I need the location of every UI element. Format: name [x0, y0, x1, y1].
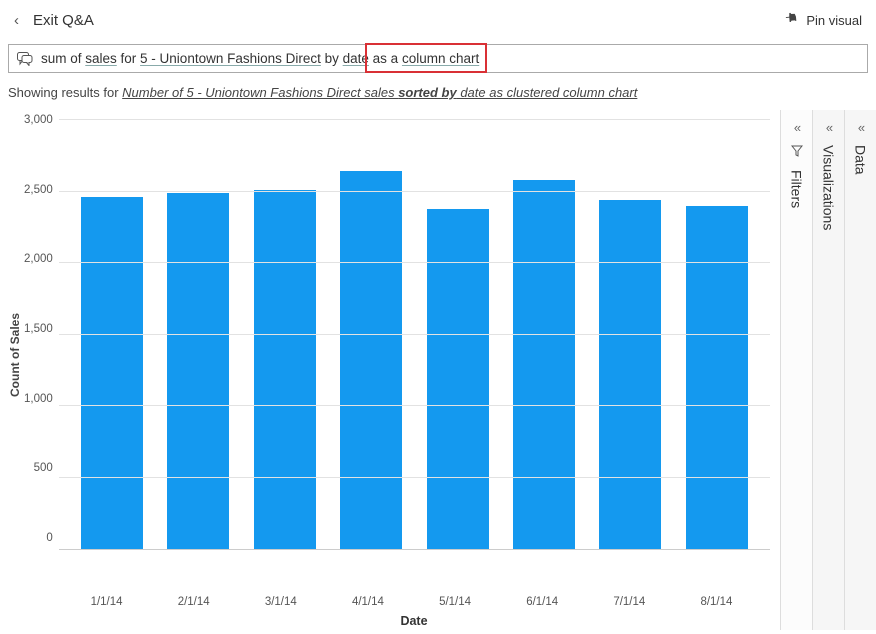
- gridline: [59, 119, 770, 120]
- visualizations-panel-label: Visualizations: [821, 145, 837, 230]
- qna-icon: [17, 52, 33, 66]
- main-area: Count of Sales 3,000 2,500 2,000 1,500 1,000…: [0, 110, 876, 630]
- gridline: [59, 477, 770, 478]
- chart-bar[interactable]: [513, 180, 575, 549]
- chart-bar[interactable]: [254, 190, 316, 549]
- data-panel-label: Data: [853, 145, 869, 175]
- filter-icon: [791, 145, 803, 160]
- pin-icon: [781, 9, 803, 31]
- y-tick-label: 1,500: [24, 323, 53, 335]
- x-tick-label: 8/1/14: [685, 596, 747, 608]
- side-panels: « Filters « Visualizations « Data: [780, 110, 876, 630]
- gridline: [59, 405, 770, 406]
- chart-bars: [59, 120, 770, 549]
- y-axis-title: Count of Sales: [8, 120, 22, 590]
- qna-query-input[interactable]: sum of sales for 5 - Uniontown Fashions …: [8, 44, 868, 73]
- visualizations-panel-collapsed[interactable]: « Visualizations: [812, 110, 844, 630]
- pin-visual-button[interactable]: Pin visual: [784, 12, 862, 29]
- y-tick-label: 1,000: [24, 393, 53, 405]
- query-text: sum of sales for 5 - Uniontown Fashions …: [41, 51, 479, 66]
- filters-panel-collapsed[interactable]: « Filters: [780, 110, 812, 630]
- gridline: [59, 191, 770, 192]
- chevron-left-double-icon: «: [858, 120, 859, 135]
- y-tick-label: 2,000: [24, 253, 53, 265]
- x-tick-label: 7/1/14: [598, 596, 660, 608]
- chart-plot-area: [59, 120, 770, 550]
- chart-bar[interactable]: [340, 171, 402, 549]
- y-tick-label: 3,000: [24, 114, 53, 126]
- exit-label: Exit Q&A: [33, 12, 94, 29]
- chart-bar[interactable]: [686, 206, 748, 549]
- x-tick-label: 1/1/14: [76, 596, 138, 608]
- chart-bar[interactable]: [599, 200, 661, 549]
- filters-panel-label: Filters: [789, 170, 805, 208]
- x-axis-ticks: 1/1/14 2/1/14 3/1/14 4/1/14 5/1/14 6/1/14 7/1/…: [8, 590, 770, 608]
- chevron-left-double-icon: «: [794, 120, 795, 135]
- chart-bar[interactable]: [427, 209, 489, 549]
- chevron-left-double-icon: «: [826, 120, 827, 135]
- x-tick-label: 4/1/14: [337, 596, 399, 608]
- gridline: [59, 262, 770, 263]
- y-axis-ticks: 3,0002,5002,0001,5001,0005000: [24, 120, 59, 550]
- x-tick-label: 6/1/14: [511, 596, 573, 608]
- exit-qna[interactable]: ‹ Exit Q&A: [10, 8, 94, 33]
- chart-bar[interactable]: [81, 197, 143, 549]
- x-tick-label: 2/1/14: [163, 596, 225, 608]
- data-panel-collapsed[interactable]: « Data: [844, 110, 876, 630]
- results-description: Showing results for Number of 5 - Uniont…: [8, 85, 866, 100]
- x-axis-title: Date: [8, 614, 780, 628]
- back-chevron-icon[interactable]: ‹: [10, 8, 23, 33]
- chart-bar[interactable]: [167, 193, 229, 549]
- gridline: [59, 334, 770, 335]
- pin-label: Pin visual: [806, 13, 862, 28]
- header: ‹ Exit Q&A Pin visual: [0, 0, 876, 41]
- chart-visual[interactable]: Count of Sales 3,000 2,500 2,000 1,500 1,000…: [0, 110, 780, 630]
- y-tick-label: 0: [46, 532, 52, 544]
- x-tick-label: 5/1/14: [424, 596, 486, 608]
- y-tick-label: 2,500: [24, 184, 53, 196]
- y-tick-label: 500: [34, 462, 53, 474]
- x-tick-label: 3/1/14: [250, 596, 312, 608]
